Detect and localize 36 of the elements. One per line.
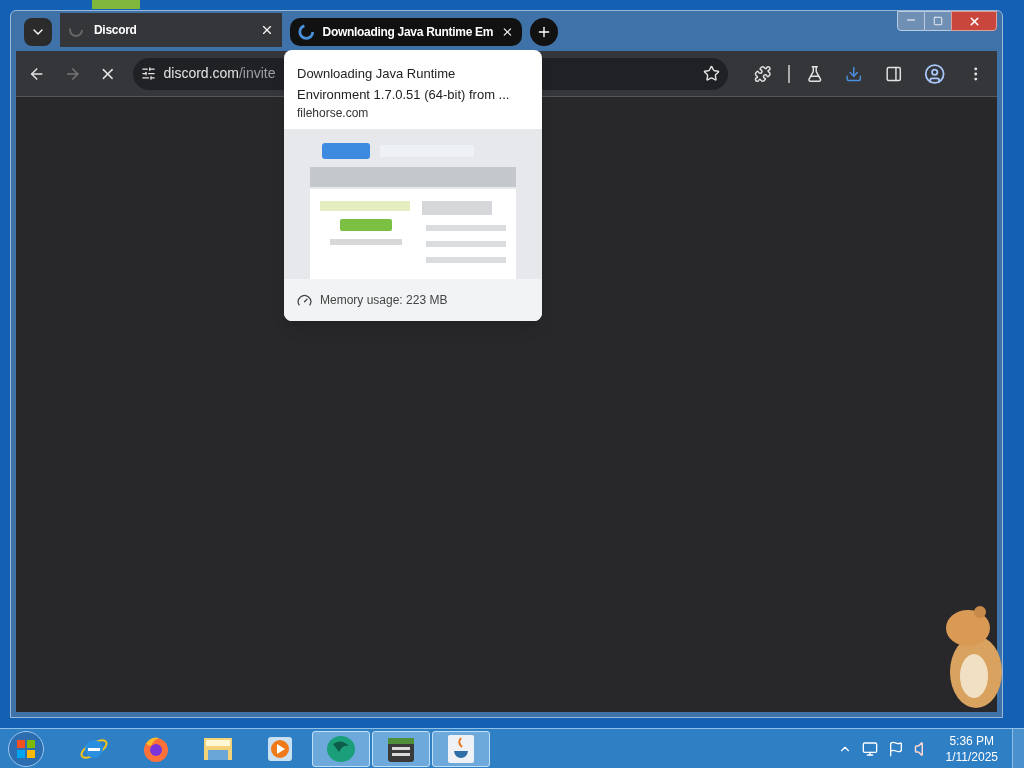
desktop-icon-edge — [92, 0, 140, 9]
taskbar-app-button[interactable] — [432, 730, 490, 767]
browser-tab[interactable]: Discord — [60, 13, 282, 47]
play-icon — [266, 734, 294, 763]
close-icon — [967, 14, 981, 28]
flask-icon[interactable] — [805, 64, 824, 83]
taskbar-app-button[interactable] — [372, 730, 430, 767]
tab-title: Discord — [94, 22, 138, 39]
new-tab-button[interactable] — [530, 18, 558, 46]
clock[interactable]: 5:36 PM 1/11/2025 — [941, 732, 1002, 765]
site-settings-icon[interactable] — [140, 66, 156, 81]
close-icon[interactable] — [501, 25, 514, 39]
url-text: discord.com/invite — [163, 64, 276, 83]
taskbar-app-button[interactable] — [312, 730, 370, 767]
memory-usage: Memory usage: 223 MB — [320, 292, 448, 309]
tab-title: Downloading Java Runtime Em — [322, 24, 494, 41]
spinner-icon — [298, 23, 315, 41]
flag-icon[interactable] — [887, 740, 904, 757]
profile-icon[interactable] — [924, 62, 946, 85]
close-icon[interactable] — [260, 23, 274, 37]
plus-icon — [536, 24, 552, 40]
maximize-icon — [933, 16, 943, 26]
download-icon[interactable] — [845, 64, 863, 83]
extensions-icon[interactable] — [754, 64, 772, 83]
card-domain: filehorse.com — [297, 105, 370, 121]
windows-logo-icon — [16, 738, 36, 759]
coffee-cup-icon — [447, 733, 475, 764]
close-button[interactable] — [951, 11, 997, 31]
browser-tab[interactable]: Downloading Java Runtime Em — [290, 18, 522, 46]
gauge-icon — [297, 292, 312, 308]
side-panel-icon[interactable] — [884, 64, 903, 83]
network-icon[interactable] — [861, 740, 878, 757]
tab-search-button[interactable] — [24, 18, 52, 46]
bookmark-star-icon[interactable] — [703, 65, 721, 82]
card-title: Downloading Java Runtime Environment 1.7.0.51 (64-bit) from ... — [297, 65, 511, 104]
start-button[interactable] — [8, 730, 44, 767]
